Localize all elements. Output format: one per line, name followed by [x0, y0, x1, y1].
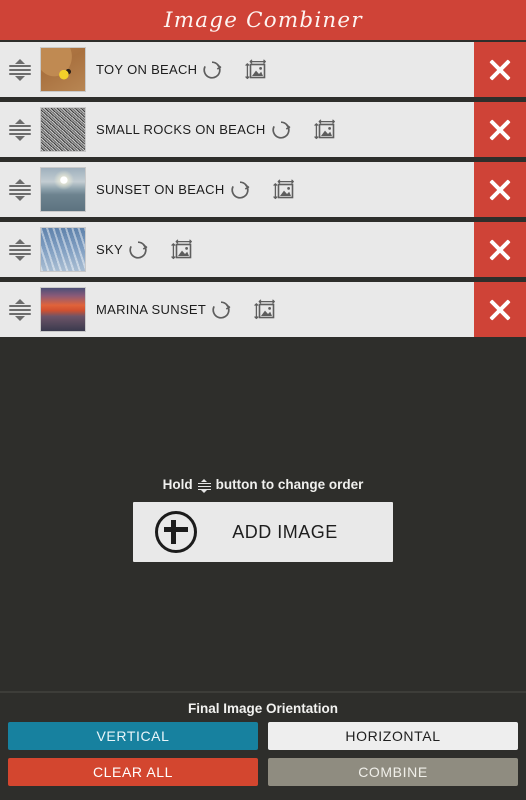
orientation-label: Final Image Orientation: [187, 701, 339, 716]
close-x-icon: [488, 178, 512, 202]
list-item[interactable]: SMALL ROCKS ON BEACH: [0, 102, 474, 157]
app-header: Image Combiner: [0, 0, 526, 40]
resize-image-icon[interactable]: [250, 295, 280, 325]
drag-handle-icon: [8, 178, 32, 201]
close-x-icon: [488, 118, 512, 142]
list-item[interactable]: SKY: [0, 222, 474, 277]
orientation-button-row: VERTICAL HORIZONTAL: [0, 722, 526, 750]
drag-handle-icon: [8, 238, 32, 261]
delete-button[interactable]: [474, 162, 526, 217]
list-item[interactable]: TOY ON BEACH: [0, 42, 474, 97]
list-item-label: SMALL ROCKS ON BEACH: [96, 122, 266, 137]
thumbnail: [40, 47, 86, 92]
row-actions: [266, 115, 354, 145]
reorder-hint-before: Hold: [162, 477, 193, 492]
action-button-row: CLEAR ALL COMBINE: [0, 758, 526, 786]
reorder-hint: Hold button to change order: [0, 477, 526, 493]
delete-button[interactable]: [474, 102, 526, 157]
thumbnail: [40, 287, 86, 332]
list-item-label: SUNSET ON BEACH: [96, 182, 225, 197]
rotate-icon[interactable]: [266, 115, 296, 145]
rotate-icon[interactable]: [225, 175, 255, 205]
table-row[interactable]: SKY: [0, 222, 526, 277]
app-root: Image Combiner TOY ON BEACH SMALL ROCKS O…: [0, 0, 526, 800]
table-row[interactable]: TOY ON BEACH: [0, 42, 526, 97]
close-x-icon: [488, 238, 512, 262]
drag-handle-icon: [197, 478, 211, 493]
page-title: Image Combiner: [163, 8, 363, 32]
row-actions: [123, 235, 211, 265]
drag-handle-icon: [8, 118, 32, 141]
thumbnail: [40, 107, 86, 152]
table-row[interactable]: MARINA SUNSET: [0, 282, 526, 337]
rotate-icon[interactable]: [197, 55, 227, 85]
drag-handle-button[interactable]: [0, 298, 40, 321]
list-item-label: SKY: [96, 242, 123, 257]
close-x-icon: [488, 298, 512, 322]
bottom-bar: Final Image Orientation VERTICAL HORIZON…: [0, 691, 526, 800]
table-row[interactable]: SUNSET ON BEACH: [0, 162, 526, 217]
thumbnail: [40, 167, 86, 212]
orientation-horizontal-button[interactable]: HORIZONTAL: [268, 722, 518, 750]
list-item-label: TOY ON BEACH: [96, 62, 198, 77]
resize-image-icon[interactable]: [269, 175, 299, 205]
row-actions: [206, 295, 294, 325]
drag-handle-button[interactable]: [0, 118, 40, 141]
rotate-icon[interactable]: [206, 295, 236, 325]
plus-circle-icon: [155, 511, 197, 553]
orientation-vertical-button[interactable]: VERTICAL: [8, 722, 258, 750]
thumbnail: [40, 227, 86, 272]
combine-button[interactable]: COMBINE: [268, 758, 518, 786]
drag-handle-icon: [8, 298, 32, 321]
delete-button[interactable]: [474, 222, 526, 277]
add-image-label: ADD IMAGE: [232, 521, 338, 542]
list-item[interactable]: MARINA SUNSET: [0, 282, 474, 337]
resize-image-icon[interactable]: [167, 235, 197, 265]
clear-all-button[interactable]: CLEAR ALL: [8, 758, 258, 786]
list-item[interactable]: SUNSET ON BEACH: [0, 162, 474, 217]
bottom-spacer: [0, 562, 526, 691]
add-image-button[interactable]: ADD IMAGE: [133, 502, 393, 562]
resize-image-icon[interactable]: [310, 115, 340, 145]
rotate-icon[interactable]: [123, 235, 153, 265]
list-item-label: MARINA SUNSET: [96, 302, 207, 317]
delete-button[interactable]: [474, 42, 526, 97]
row-actions: [197, 55, 285, 85]
image-list: TOY ON BEACH SMALL ROCKS ON BEACH SUNSET O…: [0, 40, 526, 342]
close-x-icon: [488, 58, 512, 82]
drag-handle-button[interactable]: [0, 238, 40, 261]
table-row[interactable]: SMALL ROCKS ON BEACH: [0, 102, 526, 157]
reorder-hint-after: button to change order: [215, 477, 364, 492]
resize-image-icon[interactable]: [241, 55, 271, 85]
drag-handle-button[interactable]: [0, 178, 40, 201]
drag-handle-button[interactable]: [0, 58, 40, 81]
delete-button[interactable]: [474, 282, 526, 337]
drag-handle-icon: [8, 58, 32, 81]
row-actions: [225, 175, 313, 205]
